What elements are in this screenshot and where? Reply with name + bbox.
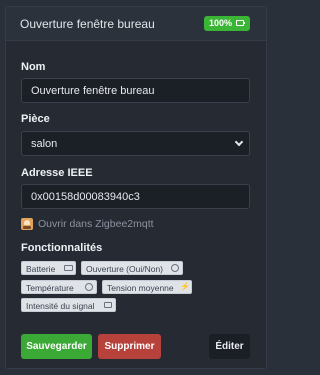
gear-icon xyxy=(85,283,93,291)
feature-chip-label: Batterie xyxy=(26,264,56,274)
feature-chip-label: Tension moyenne xyxy=(107,283,174,293)
ieee-label: Adresse IEEE xyxy=(21,167,93,179)
battery-icon xyxy=(236,20,245,26)
feature-chip-opening: Ouverture (Oui/Non) xyxy=(81,261,183,275)
battery-icon xyxy=(64,265,73,271)
save-button[interactable]: Sauvegarder xyxy=(21,334,92,359)
name-input[interactable]: Ouverture fenêtre bureau xyxy=(21,78,250,103)
feature-chip-label: Température xyxy=(26,283,74,293)
name-label: Nom xyxy=(21,61,46,73)
battery-badge: 100% xyxy=(204,16,250,31)
signal-icon xyxy=(104,302,112,308)
bee-icon xyxy=(21,218,33,230)
card-header: Ouverture fenêtre bureau 100% xyxy=(6,7,266,41)
zigbee2mqtt-link-label: Ouvrir dans Zigbee2mqtt xyxy=(38,218,154,230)
feature-chip-voltage: Tension moyenne ⚡ xyxy=(102,280,192,294)
feature-chip-label: Ouverture (Oui/Non) xyxy=(86,264,163,274)
room-select[interactable]: salon xyxy=(21,131,250,156)
bolt-icon: ⚡ xyxy=(180,282,190,291)
chevron-down-icon xyxy=(234,137,244,147)
room-label: Pièce xyxy=(21,113,50,125)
delete-button[interactable]: Supprimer xyxy=(98,334,161,359)
feature-chip-label: Intensité du signal xyxy=(26,301,95,311)
feature-chip-signal: Intensité du signal xyxy=(21,298,116,312)
ieee-input[interactable]: 0x00158d00083940c3 xyxy=(21,184,250,209)
feature-chip-temperature: Température xyxy=(21,280,97,294)
battery-percent: 100% xyxy=(209,18,233,28)
room-select-value: salon xyxy=(31,138,58,150)
ieee-input-value: 0x00158d00083940c3 xyxy=(31,191,140,203)
device-title: Ouverture fenêtre bureau xyxy=(20,17,155,31)
device-card: Ouverture fenêtre bureau 100% Nom Ouvert… xyxy=(5,6,267,369)
name-input-value: Ouverture fenêtre bureau xyxy=(31,85,155,97)
edit-button[interactable]: Éditer xyxy=(209,334,250,359)
features-label: Fonctionnalités xyxy=(21,242,103,254)
feature-chip-battery: Batterie xyxy=(21,261,76,275)
toggle-icon xyxy=(171,264,179,272)
